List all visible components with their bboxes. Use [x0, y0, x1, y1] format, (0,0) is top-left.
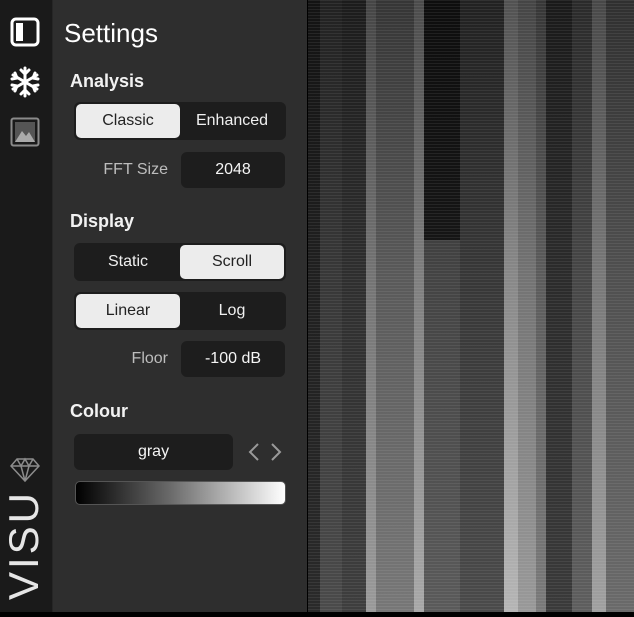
spectrogram-image	[308, 0, 634, 612]
linear-button[interactable]: Linear	[76, 294, 180, 328]
icon-sidebar: VISU	[0, 0, 53, 612]
page-title: Settings	[64, 18, 158, 48]
fft-size-label: FFT Size	[103, 161, 168, 178]
snowflake-icon[interactable]	[7, 64, 43, 100]
analysis-heading: Analysis	[70, 71, 145, 91]
scale-mode-toggle: Linear Log	[74, 292, 286, 330]
enhanced-button[interactable]: Enhanced	[180, 104, 284, 138]
classic-button[interactable]: Classic	[76, 104, 180, 138]
floor-field[interactable]: -100 dB	[181, 341, 285, 377]
static-button[interactable]: Static	[76, 245, 180, 279]
image-icon[interactable]	[7, 114, 43, 150]
brand-logo: VISU	[0, 489, 47, 601]
panel-toggle-icon[interactable]	[7, 14, 43, 50]
colour-select[interactable]: gray	[74, 434, 233, 470]
scroll-button[interactable]: Scroll	[180, 245, 284, 279]
display-heading: Display	[70, 211, 135, 231]
brand-name: VISU	[0, 489, 47, 601]
analysis-mode-toggle: Classic Enhanced	[74, 102, 286, 140]
colour-gradient-preview	[75, 481, 286, 505]
floor-label: Floor	[131, 350, 168, 367]
colour-heading: Colour	[70, 401, 128, 421]
diamond-icon	[7, 452, 43, 488]
chevron-left-icon[interactable]	[245, 440, 263, 464]
chevron-right-icon[interactable]	[267, 440, 285, 464]
fft-size-field[interactable]: 2048	[181, 152, 285, 188]
spectrogram-view[interactable]	[308, 0, 634, 612]
settings-panel: Settings Analysis Classic Enhanced FFT S…	[53, 0, 307, 612]
scroll-mode-toggle: Static Scroll	[74, 243, 286, 281]
log-button[interactable]: Log	[180, 294, 284, 328]
